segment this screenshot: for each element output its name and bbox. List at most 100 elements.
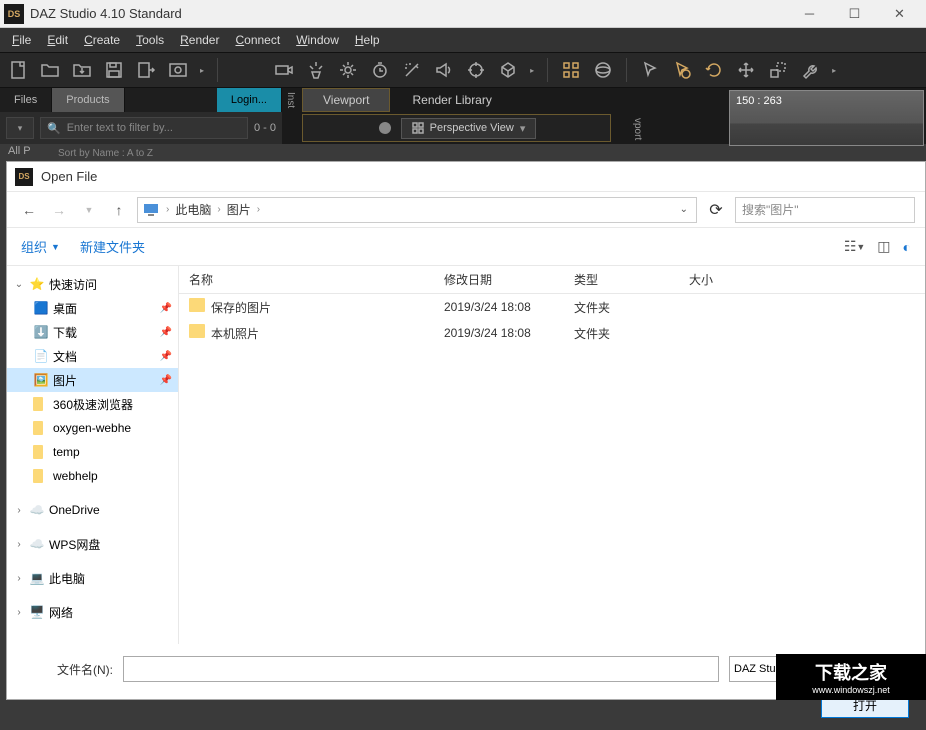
tree-folder-2[interactable]: oxygen-webhe — [7, 416, 178, 440]
tree-documents[interactable]: 📄 文档📌 — [7, 344, 178, 368]
side-tab-vport[interactable]: vport — [632, 118, 643, 140]
refresh-button[interactable]: ⟳ — [703, 197, 729, 223]
bc-root[interactable]: 此电脑 — [171, 201, 215, 218]
side-tab-inst[interactable]: Inst — [285, 92, 296, 108]
target-icon[interactable] — [464, 58, 488, 82]
toolbar-overflow-1[interactable]: ▸ — [200, 66, 204, 75]
file-row[interactable]: 保存的图片 2019/3/24 18:08 文件夹 — [179, 294, 925, 320]
tree-folder-4[interactable]: webhelp — [7, 464, 178, 488]
back-button[interactable]: ← — [17, 198, 41, 222]
camera-icon[interactable] — [272, 58, 296, 82]
tree-quick-access[interactable]: ⌄ ⭐ 快速访问 — [7, 272, 178, 296]
all-products-label[interactable]: All P — [8, 145, 31, 157]
grid-icon[interactable] — [559, 58, 583, 82]
import-icon[interactable] — [70, 58, 94, 82]
dialog-titlebar: DS Open File — [7, 162, 925, 192]
tree-folder-3[interactable]: temp — [7, 440, 178, 464]
view-selector[interactable]: Perspective View ▾ — [401, 118, 537, 139]
new-file-icon[interactable] — [6, 58, 30, 82]
tree-thispc[interactable]: › 💻 此电脑 — [7, 566, 178, 590]
breadcrumb[interactable]: › 此电脑 › 图片 › ⌄ — [137, 197, 697, 223]
col-type[interactable]: 类型 — [564, 271, 679, 288]
tab-products[interactable]: Products — [52, 88, 124, 112]
menu-window[interactable]: Window — [288, 30, 347, 50]
announce-icon[interactable] — [432, 58, 456, 82]
light-icon[interactable] — [336, 58, 360, 82]
toolbar-overflow-2[interactable]: ▸ — [530, 66, 534, 75]
tree-downloads[interactable]: ⬇️ 下载📌 — [7, 320, 178, 344]
network-icon: 🖥️ — [29, 604, 45, 620]
rotate-icon[interactable] — [702, 58, 726, 82]
sort-label[interactable]: Sort by Name : A to Z — [58, 148, 153, 159]
tree-folder-1[interactable]: 360极速浏览器 — [7, 392, 178, 416]
main-toolbar: ▸ ▸ ▸ — [0, 52, 926, 88]
shader-icon[interactable] — [377, 120, 393, 136]
tree-pictures[interactable]: 🖼️ 图片📌 — [7, 368, 178, 392]
menu-file[interactable]: File — [4, 30, 39, 50]
sphere-icon[interactable] — [591, 58, 615, 82]
scale-icon[interactable] — [766, 58, 790, 82]
up-button[interactable]: ↑ — [107, 198, 131, 222]
cursor-select-icon[interactable] — [670, 58, 694, 82]
forward-button[interactable]: → — [47, 198, 71, 222]
tree-wps[interactable]: › ☁️ WPS网盘 — [7, 532, 178, 556]
recent-dropdown[interactable]: ▼ — [77, 198, 101, 222]
search-input[interactable]: 搜索"图片" — [735, 197, 915, 223]
pin-icon: 📌 — [160, 327, 172, 338]
organize-button[interactable]: 组织 ▼ — [21, 237, 60, 256]
render-icon[interactable] — [166, 58, 190, 82]
col-size[interactable]: 大小 — [679, 271, 759, 288]
cursor-icon[interactable] — [638, 58, 662, 82]
bc-dropdown[interactable]: ⌄ — [676, 204, 692, 215]
wand-icon[interactable] — [400, 58, 424, 82]
toolbar-overflow-3[interactable]: ▸ — [832, 66, 836, 75]
tab-files[interactable]: Files — [0, 88, 52, 112]
tab-viewport[interactable]: Viewport — [302, 88, 390, 112]
save-icon[interactable] — [102, 58, 126, 82]
col-name[interactable]: 名称 — [179, 271, 434, 288]
tool-icon[interactable] — [798, 58, 822, 82]
bc-current[interactable]: 图片 — [223, 201, 255, 218]
window-controls: ─ ☐ ✕ — [787, 0, 922, 28]
pc-icon — [142, 201, 160, 219]
folder-icon — [33, 397, 43, 411]
tab-login[interactable]: Login... — [217, 88, 282, 112]
panel-row: Files Products Login... ▾ 🔍 Enter text t… — [0, 88, 926, 144]
close-button[interactable]: ✕ — [877, 0, 922, 28]
spotlight-icon[interactable] — [304, 58, 328, 82]
move-icon[interactable] — [734, 58, 758, 82]
menu-tools[interactable]: Tools — [128, 30, 172, 50]
watermark-main: 下载之家 — [815, 659, 887, 685]
watermark-sub: www.windowszj.net — [812, 685, 890, 695]
filename-input[interactable] — [123, 656, 719, 682]
document-icon: 📄 — [33, 348, 49, 364]
view-mode-button[interactable]: ☷ ▼ — [844, 238, 865, 255]
viewport-preview[interactable]: 150 : 263 — [729, 90, 924, 146]
filter-input[interactable]: 🔍 Enter text to filter by... — [40, 117, 248, 139]
tree-onedrive[interactable]: › ☁️ OneDrive — [7, 498, 178, 522]
pin-icon: 📌 — [160, 303, 172, 314]
file-row[interactable]: 本机照片 2019/3/24 18:08 文件夹 — [179, 320, 925, 346]
primitive-icon[interactable] — [496, 58, 520, 82]
preview-pane-button[interactable]: ◫ — [877, 238, 890, 255]
tab-render-library[interactable]: Render Library — [392, 88, 511, 112]
minimize-button[interactable]: ─ — [787, 0, 832, 28]
menu-render[interactable]: Render — [172, 30, 227, 50]
maximize-button[interactable]: ☐ — [832, 0, 877, 28]
export-icon[interactable] — [134, 58, 158, 82]
menu-create[interactable]: Create — [76, 30, 128, 50]
help-button[interactable]: ◐ — [903, 239, 911, 255]
open-folder-icon[interactable] — [38, 58, 62, 82]
filter-dropdown[interactable]: ▾ — [6, 117, 34, 139]
desktop-icon: 🟦 — [33, 300, 49, 316]
new-folder-button[interactable]: 新建文件夹 — [80, 237, 145, 256]
col-date[interactable]: 修改日期 — [434, 271, 564, 288]
tree-network[interactable]: › 🖥️ 网络 — [7, 600, 178, 624]
menu-connect[interactable]: Connect — [227, 30, 288, 50]
pin-icon: 📌 — [160, 375, 172, 386]
dialog-title: Open File — [41, 169, 97, 184]
tree-desktop[interactable]: 🟦 桌面📌 — [7, 296, 178, 320]
menu-edit[interactable]: Edit — [39, 30, 76, 50]
timer-icon[interactable] — [368, 58, 392, 82]
menu-help[interactable]: Help — [347, 30, 388, 50]
